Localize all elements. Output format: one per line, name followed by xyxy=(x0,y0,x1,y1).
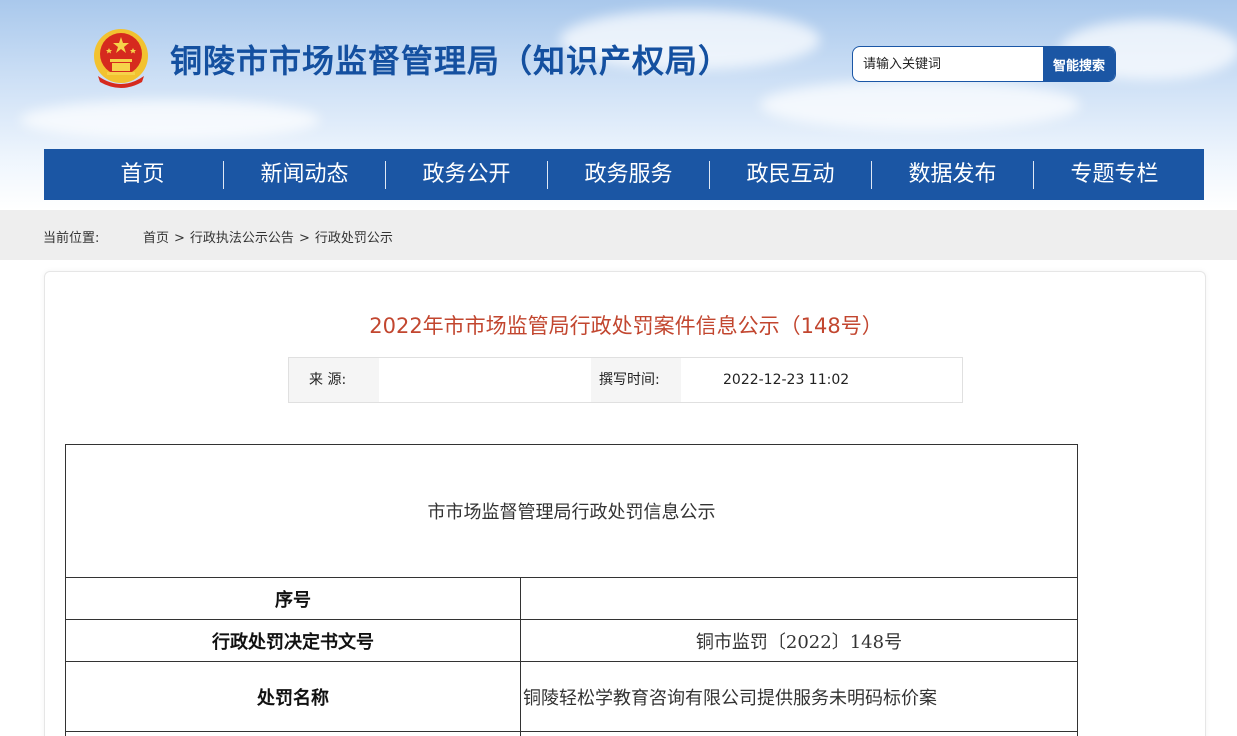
nav-item-gov-affairs-open[interactable]: 政务公开 xyxy=(386,149,547,200)
table-row: 处罚名称 铜陵轻松学教育咨询有限公司提供服务未明码标价案 xyxy=(65,661,1078,732)
row-key: 序号 xyxy=(65,577,521,620)
main-nav: 首页 新闻动态 政务公开 政务服务 政民互动 数据发布 专题专栏 xyxy=(44,149,1204,200)
nav-item-data-release[interactable]: 数据发布 xyxy=(872,149,1033,200)
time-label: 撰写时间: xyxy=(591,358,681,402)
nav-item-home[interactable]: 首页 xyxy=(62,149,223,200)
row-value: 铜市监罚〔2022〕148号 xyxy=(520,619,1078,662)
search-input[interactable] xyxy=(853,47,1043,81)
row-key xyxy=(65,731,521,736)
smart-search-button[interactable]: 智能搜索 xyxy=(1043,47,1115,81)
article-card: 2022年市市场监管局行政处罚案件信息公示（148号） 来 源: 撰写时间: 2… xyxy=(44,271,1206,736)
source-value xyxy=(379,358,591,402)
row-key: 处罚名称 xyxy=(65,661,521,732)
breadcrumb-home[interactable]: 首页 xyxy=(143,231,169,246)
cloud-decoration xyxy=(20,100,320,140)
table-row: 序号 xyxy=(65,577,1078,620)
row-key: 行政处罚决定书文号 xyxy=(65,619,521,662)
nav-item-special-topics[interactable]: 专题专栏 xyxy=(1034,149,1195,200)
nav-item-news[interactable]: 新闻动态 xyxy=(224,149,385,200)
nav-item-interaction[interactable]: 政民互动 xyxy=(710,149,871,200)
breadcrumb-links: 首页 > 行政执法公示公告 > 行政处罚公示 xyxy=(143,227,393,246)
time-value: 2022-12-23 11:02 xyxy=(681,358,962,402)
penalty-info-table: 市市场监督管理局行政处罚信息公示 序号 行政处罚决定书文号 铜市监罚〔2022〕… xyxy=(65,444,1078,736)
breadcrumb-separator: > xyxy=(174,231,185,246)
row-value xyxy=(520,577,1078,620)
nav-item-gov-services[interactable]: 政务服务 xyxy=(548,149,709,200)
breadcrumb-enforcement-notices[interactable]: 行政执法公示公告 xyxy=(190,231,294,246)
breadcrumb-label: 当前位置: xyxy=(43,231,100,246)
table-row xyxy=(65,731,1078,736)
row-value xyxy=(520,731,1078,736)
table-row: 行政处罚决定书文号 铜市监罚〔2022〕148号 xyxy=(65,619,1078,662)
row-value: 铜陵轻松学教育咨询有限公司提供服务未明码标价案 xyxy=(520,661,1078,732)
table-heading: 市市场监督管理局行政处罚信息公示 xyxy=(65,444,1078,578)
article-meta: 来 源: 撰写时间: 2022-12-23 11:02 xyxy=(288,357,963,403)
source-label: 来 源: xyxy=(289,358,379,402)
article-title: 2022年市市场监管局行政处罚案件信息公示（148号） xyxy=(369,314,883,338)
cloud-decoration xyxy=(760,80,1080,130)
national-emblem-icon xyxy=(94,29,148,88)
breadcrumb: 当前位置: 首页 > 行政执法公示公告 > 行政处罚公示 xyxy=(0,210,1237,260)
breadcrumb-penalty-notices[interactable]: 行政处罚公示 xyxy=(315,231,393,246)
site-title: 铜陵市市场监督管理局（知识产权局） xyxy=(170,42,732,80)
breadcrumb-separator: > xyxy=(298,231,310,246)
search-box: 智能搜索 xyxy=(852,46,1116,82)
